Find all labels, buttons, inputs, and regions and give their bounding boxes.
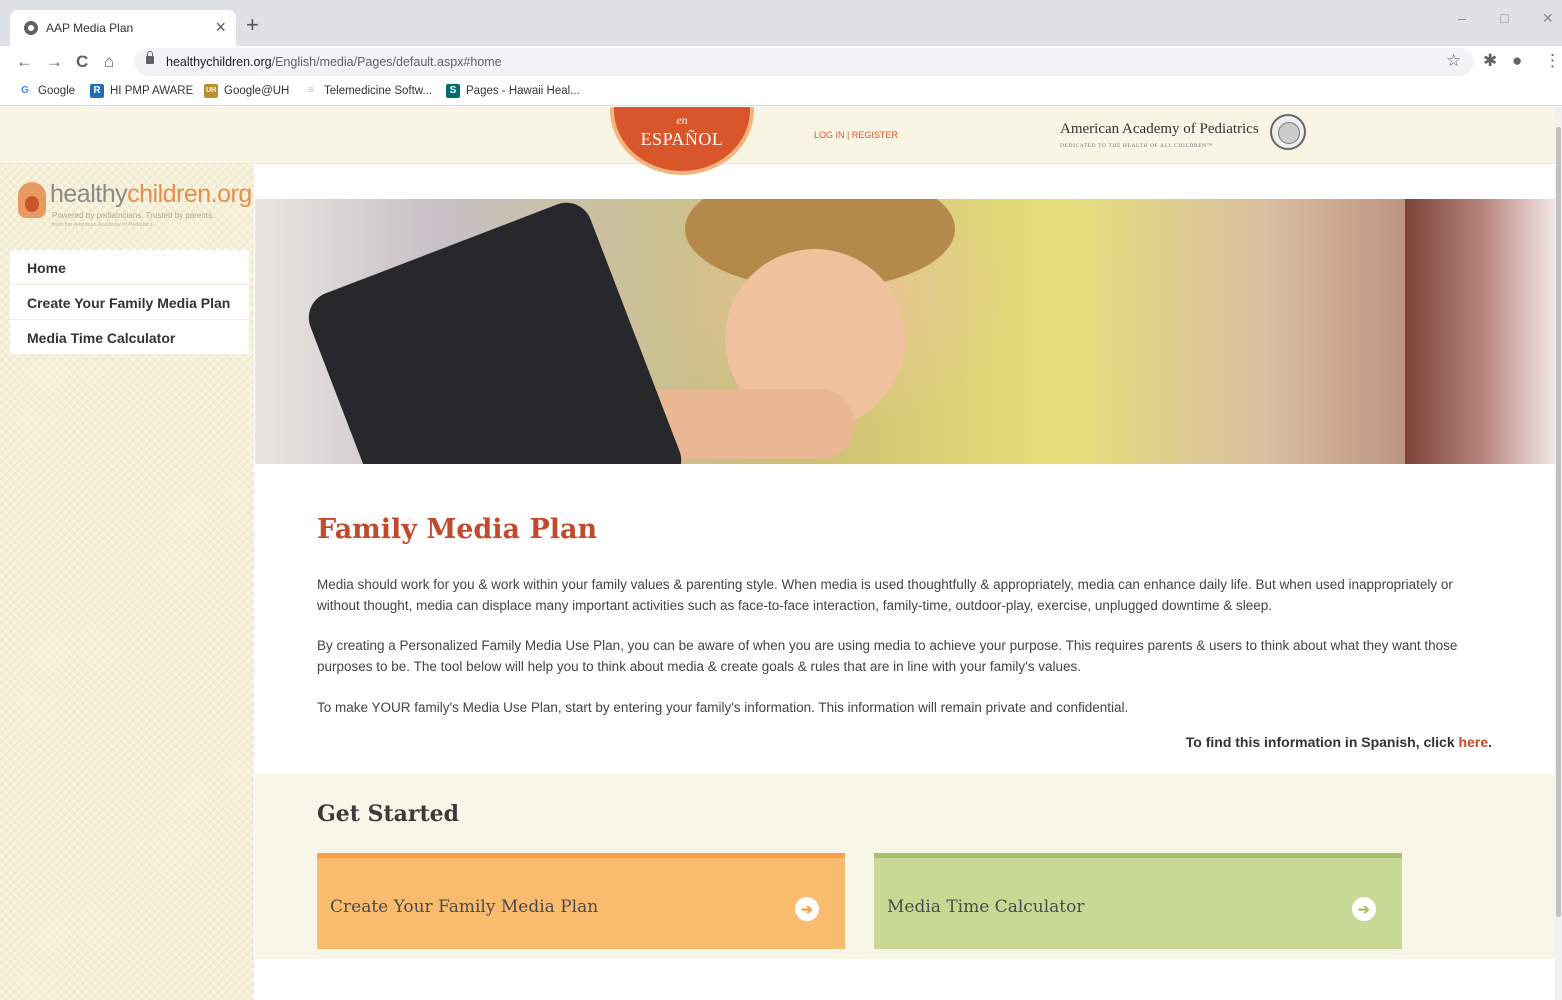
bookmark-google[interactable]: G Google [18,84,75,98]
sharepoint-icon: S [446,84,460,98]
media-time-calculator-card[interactable]: Media Time Calculator ➔ [874,853,1402,949]
document-icon: ≡ [304,84,318,98]
logo-tagline: Powered by pediatricians. Trusted by par… [52,211,215,220]
family-logo-icon [18,182,46,218]
globe-icon [24,21,38,35]
get-started-section: Get Started Create Your Family Media Pla… [255,774,1555,959]
tab-title: AAP Media Plan [46,21,134,35]
login-register-link[interactable]: LOG IN | REGISTER [814,130,898,140]
extensions-icon[interactable]: ✱ [1483,50,1497,72]
back-icon[interactable]: ← [16,51,33,73]
google-icon: G [21,85,29,96]
main-content: Family Media Plan Media should work for … [255,464,1555,774]
scrollbar-thumb[interactable] [1556,127,1561,917]
intro-paragraph-2: By creating a Personalized Family Media … [317,638,1458,674]
tab-close-icon[interactable]: × [215,16,226,38]
aap-name[interactable]: American Academy of Pediatrics [1060,121,1259,138]
sidebar-item-home[interactable]: Home [10,250,249,285]
browser-toolbar: ← → C ⌂ healthychildren.org/English/medi… [0,46,1562,78]
sidebar: healthychildren.org Powered by pediatric… [0,164,254,1000]
aap-seal-icon[interactable] [1270,114,1306,150]
forward-icon[interactable]: → [46,51,63,73]
hero-background-shelf [1405,199,1555,464]
address-bar[interactable]: healthychildren.org/English/media/Pages/… [134,48,1474,76]
bookmarks-bar: G Google R HI PMP AWARE UH Google@UH ≡ T… [0,78,1562,106]
maximize-button[interactable]: □ [1500,10,1508,26]
hero-image [255,199,1555,464]
get-started-title: Get Started [317,801,460,827]
intro-paragraph-3: To make YOUR family's Media Use Plan, st… [317,700,1129,715]
logo-subtagline: from the American Academy of Pediatrics [52,222,153,228]
minimize-button[interactable]: – [1458,10,1466,26]
close-window-button[interactable]: ✕ [1542,10,1554,27]
aap-tagline: DEDICATED TO THE HEALTH OF ALL CHILDREN™ [1060,143,1213,149]
browser-tab[interactable]: AAP Media Plan × [10,10,236,46]
espanol-prefix: en [676,113,688,127]
sidebar-item-create-plan[interactable]: Create Your Family Media Plan [10,285,249,320]
reload-icon[interactable]: C [76,51,88,73]
uh-icon: UH [204,84,218,98]
healthychildren-logo[interactable]: healthychildren.org Powered by pediatric… [18,180,252,242]
profile-icon[interactable]: ● [1512,50,1522,72]
url-text[interactable]: healthychildren.org/English/media/Pages/… [166,55,502,69]
logo-text: healthychildren.org [50,180,252,208]
new-tab-button[interactable]: + [246,14,259,36]
browser-tabstrip: AAP Media Plan × + – □ ✕ [0,0,1562,46]
create-plan-card-label: Create Your Family Media Plan [330,897,599,917]
rx-icon: R [90,84,104,98]
sidebar-item-media-time-calculator[interactable]: Media Time Calculator [10,320,249,355]
lock-icon[interactable] [146,51,154,64]
menu-icon[interactable]: ⋮ [1544,50,1561,72]
create-plan-card[interactable]: Create Your Family Media Plan ➔ [317,853,845,949]
arrow-right-icon[interactable]: ➔ [795,897,819,921]
spanish-here-link[interactable]: here [1459,734,1489,750]
site-header: en ESPAÑOL LOG IN | REGISTER American Ac… [0,107,1562,175]
bookmark-sharepoint-pages[interactable]: S Pages - Hawaii Heal... [446,84,580,98]
bookmark-hi-pmp-aware[interactable]: R HI PMP AWARE [90,84,193,98]
espanol-button[interactable]: en ESPAÑOL [610,107,754,175]
sidebar-nav: Home Create Your Family Media Plan Media… [10,250,249,355]
bookmark-telemedicine[interactable]: ≡ Telemedicine Softw... [304,84,432,98]
intro-paragraph-1: Media should work for you & work within … [317,577,1453,613]
home-icon[interactable]: ⌂ [104,51,114,73]
spanish-note: To find this information in Spanish, cli… [1185,734,1492,750]
bookmark-star-icon[interactable]: ☆ [1446,50,1461,72]
media-time-calculator-card-label: Media Time Calculator [887,897,1085,917]
page-bottom [255,959,1555,1000]
bookmark-google-uh[interactable]: UH Google@UH [204,84,289,98]
espanol-label: ESPAÑOL [640,129,724,149]
arrow-right-icon[interactable]: ➔ [1352,897,1376,921]
web-page: en ESPAÑOL LOG IN | REGISTER American Ac… [0,107,1562,1000]
page-title: Family Media Plan [317,514,598,545]
